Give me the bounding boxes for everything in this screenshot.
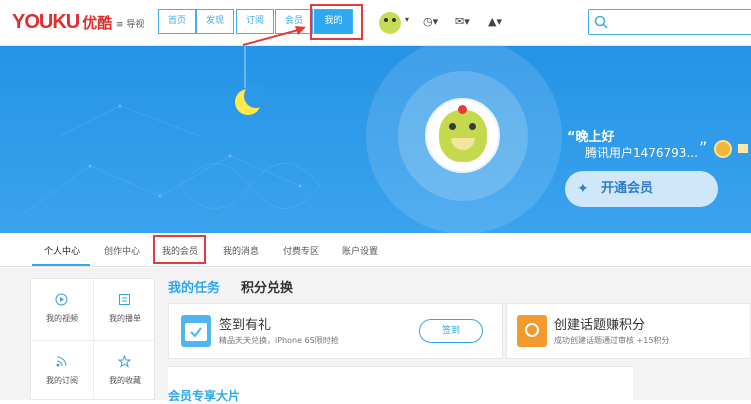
tab-paid-zone[interactable]: 付费专区 <box>283 244 319 257</box>
calendar-icon <box>181 315 211 347</box>
badge-icon[interactable] <box>738 144 748 153</box>
vip-section-title: 会员专享大片 <box>168 389 241 403</box>
logo-cn-text: 优酷 <box>82 15 113 32</box>
sidebar-item-label: 我的订阅 <box>46 376 78 385</box>
upload-icon[interactable]: ▲▾ <box>488 15 502 28</box>
frog-eye-left <box>384 18 388 22</box>
sidebar-item-my-subscriptions[interactable]: 我的订阅 <box>31 341 93 401</box>
tab-points-exchange[interactable]: 积分兑换 <box>241 277 293 296</box>
sidebar-item-my-playlists[interactable]: 我的播单 <box>94 279 156 339</box>
checkin-card: 签到有礼 精品天天兑换，iPhone 6S限时抢 签到 <box>168 303 503 359</box>
frog-face <box>439 110 487 162</box>
create-topic-card[interactable]: 创建话题赚积分 成功创建话题通过审核 +15积分 <box>506 303 751 359</box>
checkin-desc: 精品天天兑换，iPhone 6S限时抢 <box>219 336 339 345</box>
sidebar-item-label: 我的播单 <box>109 314 141 323</box>
playlist-icon <box>119 294 130 305</box>
vip-crown-icon: ✦ <box>577 181 589 197</box>
rss-icon <box>56 356 67 367</box>
vip-section: 会员专享大片 <box>168 366 633 403</box>
search-icon[interactable] <box>594 15 608 29</box>
nav-home[interactable]: 首页 <box>158 9 196 34</box>
nav-subscribe[interactable]: 订阅 <box>236 9 274 34</box>
profile-tabs: 个人中心 创作中心 我的会员 我的消息 付费专区 账户设置 <box>0 233 751 267</box>
frog-eye-right <box>392 18 396 22</box>
open-vip-button[interactable]: ✦ 开通会员 <box>565 171 718 207</box>
tab-account-settings[interactable]: 账户设置 <box>342 244 378 257</box>
sidebar-panel: 我的视频 我的播单 我的订阅 我的收藏 <box>30 278 156 401</box>
user-avatar[interactable] <box>425 98 500 173</box>
search-box[interactable] <box>588 9 751 35</box>
tab-creator-center[interactable]: 创作中心 <box>104 244 140 257</box>
tab-personal-center[interactable]: 个人中心 <box>44 244 80 257</box>
history-icon[interactable]: ◷▾ <box>423 15 438 28</box>
greeting-text: “晚上好 <box>567 130 615 145</box>
guide-label: 导视 <box>126 20 145 30</box>
sidebar-item-my-favorites[interactable]: 我的收藏 <box>94 341 156 401</box>
sidebar-item-label: 我的收藏 <box>109 376 141 385</box>
sidebar-item-my-videos[interactable]: 我的视频 <box>31 279 93 339</box>
frog-eye-left <box>449 123 456 130</box>
checkin-title: 签到有礼 <box>219 318 272 333</box>
topic-title: 创建话题赚积分 <box>554 318 646 333</box>
topic-icon <box>517 315 547 347</box>
user-avatar-small[interactable] <box>379 12 401 34</box>
nav-vip[interactable]: 会员 <box>275 9 313 34</box>
chevron-down-icon[interactable]: ▾ <box>405 15 409 24</box>
annotation-box-mine <box>310 4 363 40</box>
frog-eye-right <box>469 123 476 130</box>
youku-logo[interactable]: YOUKU 优酷 <box>12 11 112 34</box>
star-icon <box>118 355 131 368</box>
vip-level-badge-icon[interactable] <box>714 140 732 158</box>
sidebar-item-label: 我的视频 <box>46 314 78 323</box>
annotation-box-my-vip <box>153 235 206 264</box>
tab-active-underline <box>32 264 90 266</box>
menu-icon: ≡ <box>116 20 124 30</box>
logo-text: YOUKU <box>12 11 80 33</box>
network-decoration <box>19 46 321 217</box>
quote-mark: ” <box>699 138 708 157</box>
profile-banner: “晚上好 腾讯用户1476793... ” ✦ 开通会员 <box>0 46 751 233</box>
checkin-button[interactable]: 签到 <box>419 319 483 343</box>
username-text[interactable]: 腾讯用户1476793... <box>585 144 698 161</box>
open-vip-label: 开通会员 <box>601 181 654 196</box>
topic-desc: 成功创建话题通过审核 +15积分 <box>554 336 670 345</box>
guide-menu[interactable]: ≡ 导视 <box>116 17 144 30</box>
tab-my-tasks[interactable]: 我的任务 <box>168 277 220 296</box>
tab-my-messages[interactable]: 我的消息 <box>223 244 259 257</box>
top-navbar: YOUKU 优酷 ≡ 导视 首页 发现 订阅 会员 我的 ▾ ◷▾ ✉▾ ▲▾ <box>0 0 751 46</box>
frog-hat <box>458 105 467 114</box>
nav-discover[interactable]: 发现 <box>196 9 234 34</box>
mail-icon[interactable]: ✉▾ <box>455 15 470 28</box>
play-icon <box>55 293 68 306</box>
main-content: 我的视频 我的播单 我的订阅 我的收藏 我的任务 积分兑换 签到有礼 精品天天兑… <box>0 268 751 403</box>
